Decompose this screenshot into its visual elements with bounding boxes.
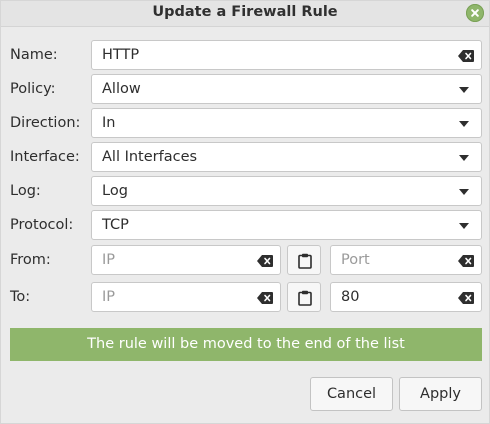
from-port-input[interactable]: Port (330, 245, 482, 275)
clear-text-icon[interactable] (458, 255, 474, 267)
to-paste-button[interactable] (287, 282, 321, 312)
direction-label: Direction: (10, 115, 81, 131)
policy-value: Allow (102, 81, 141, 97)
name-label: Name: (10, 47, 58, 63)
log-dropdown[interactable]: Log (91, 176, 482, 206)
info-banner: The rule will be moved to the end of the… (10, 328, 482, 361)
title-bar[interactable]: Update a Firewall Rule (1, 1, 489, 27)
dialog-title: Update a Firewall Rule (152, 4, 338, 20)
close-icon[interactable] (466, 4, 484, 22)
to-port-value: 80 (341, 289, 360, 305)
interface-dropdown[interactable]: All Interfaces (91, 142, 482, 172)
interface-label: Interface: (10, 149, 80, 165)
name-field[interactable]: HTTP (91, 40, 482, 70)
from-paste-button[interactable] (287, 245, 321, 275)
clear-text-icon[interactable] (458, 50, 474, 62)
protocol-value: TCP (102, 217, 129, 233)
from-port-placeholder: Port (341, 252, 370, 268)
to-ip-placeholder: IP (102, 289, 116, 305)
protocol-label: Protocol: (10, 217, 74, 233)
clear-text-icon[interactable] (257, 292, 273, 304)
chevron-down-icon (459, 189, 469, 195)
from-ip-placeholder: IP (102, 252, 116, 268)
log-value: Log (102, 183, 128, 199)
from-ip-input[interactable]: IP (91, 245, 281, 275)
direction-value: In (102, 115, 116, 131)
direction-dropdown[interactable]: In (91, 108, 482, 138)
from-label: From: (10, 252, 51, 268)
to-ip-input[interactable]: IP (91, 282, 281, 312)
interface-value: All Interfaces (102, 149, 198, 165)
to-port-input[interactable]: 80 (330, 282, 482, 312)
clear-text-icon[interactable] (257, 255, 273, 267)
cancel-button[interactable]: Cancel (310, 377, 393, 411)
chevron-down-icon (459, 155, 469, 161)
chevron-down-icon (459, 121, 469, 127)
chevron-down-icon (459, 87, 469, 93)
protocol-dropdown[interactable]: TCP (91, 210, 482, 240)
chevron-down-icon (459, 223, 469, 229)
clear-text-icon[interactable] (458, 292, 474, 304)
firewall-rule-dialog: Update a Firewall Rule Name: HTTP Policy… (0, 0, 490, 424)
log-label: Log: (10, 183, 41, 199)
name-value: HTTP (102, 47, 140, 63)
clipboard-icon (298, 290, 312, 306)
policy-dropdown[interactable]: Allow (91, 74, 482, 104)
apply-button[interactable]: Apply (399, 377, 482, 411)
clipboard-icon (298, 253, 312, 269)
policy-label: Policy: (10, 81, 56, 97)
info-banner-text: The rule will be moved to the end of the… (87, 336, 405, 352)
to-label: To: (10, 289, 31, 305)
